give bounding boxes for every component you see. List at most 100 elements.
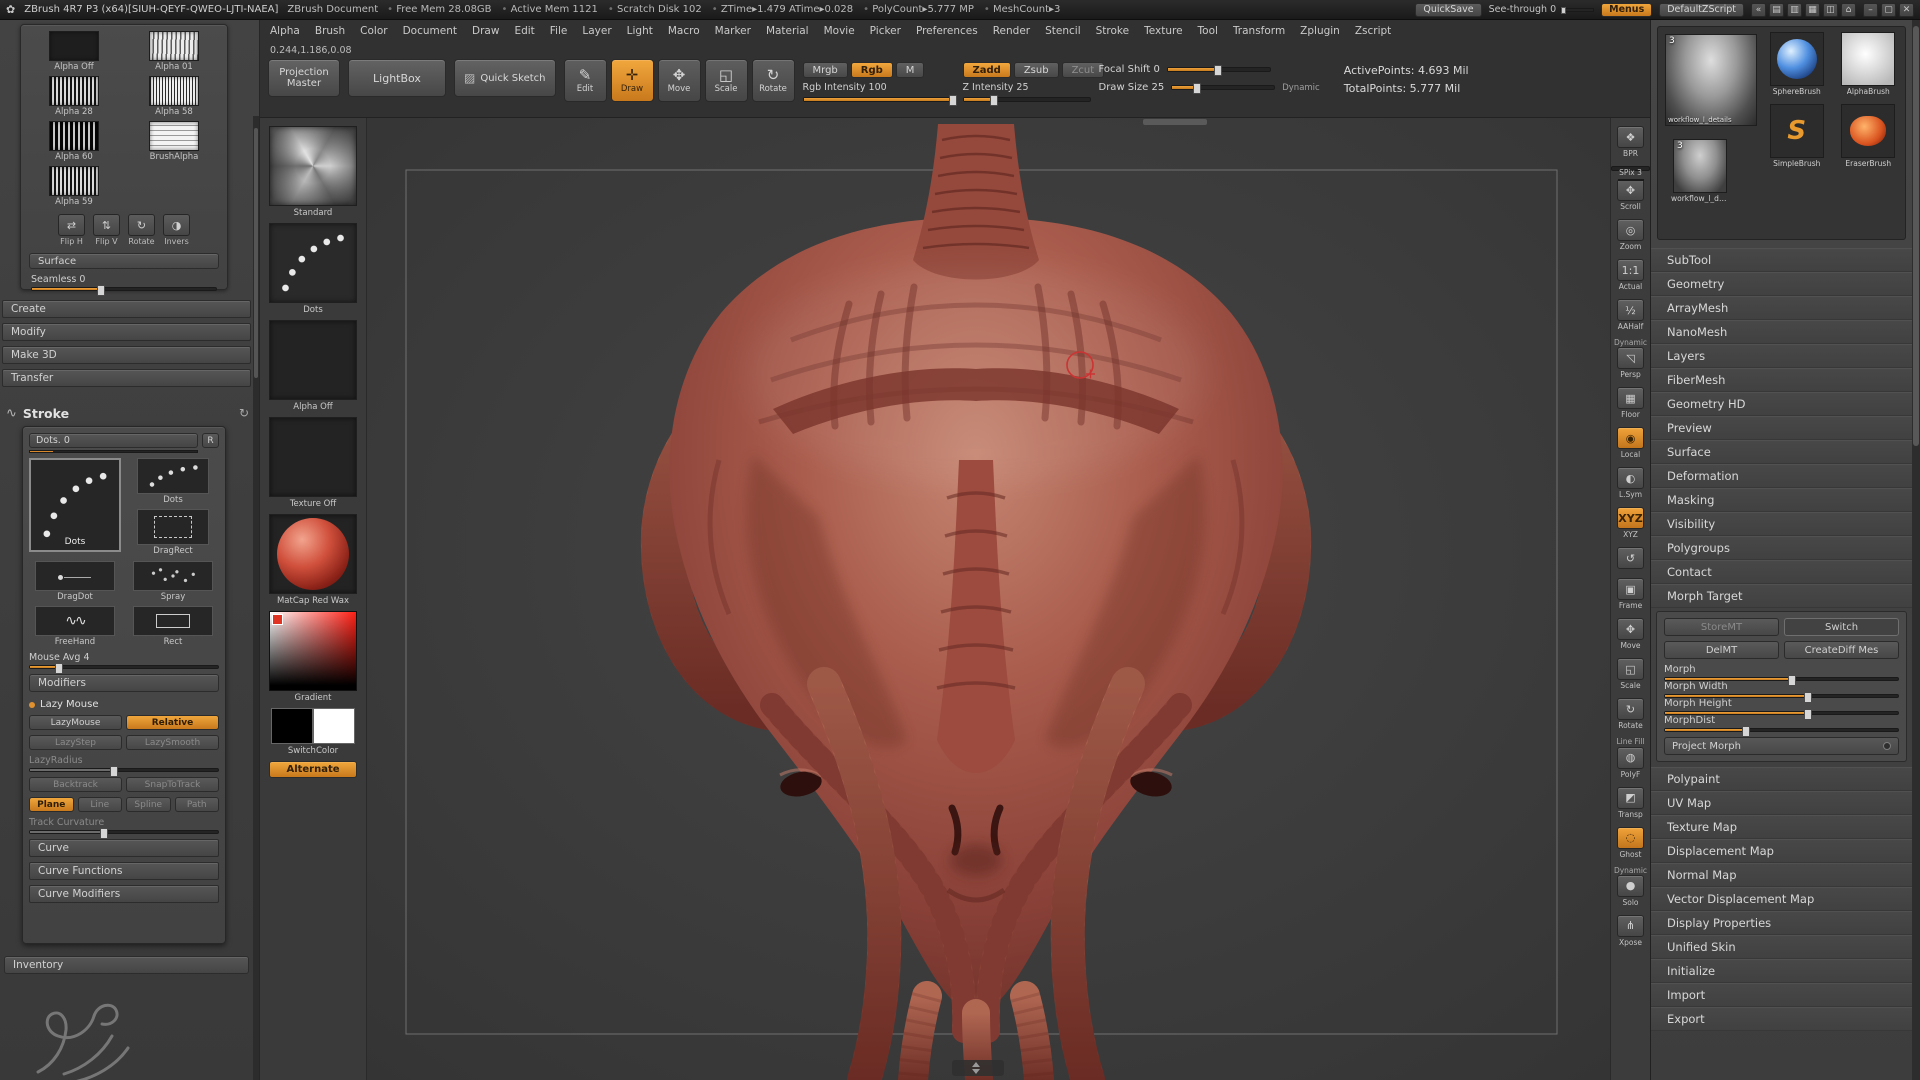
tool-section-row[interactable]: Initialize bbox=[1651, 959, 1912, 983]
morph-slider[interactable]: Morph Width bbox=[1664, 681, 1899, 703]
canvas-scrollbar-top[interactable] bbox=[1143, 119, 1207, 125]
tool-section-row[interactable]: Contact bbox=[1651, 560, 1912, 584]
path-mode-button[interactable]: Path bbox=[174, 797, 219, 812]
tool-thumbnail[interactable]: EraserBrush bbox=[1836, 104, 1902, 168]
menu-item[interactable]: Zscript bbox=[1355, 25, 1391, 37]
alpha-preview[interactable] bbox=[149, 121, 199, 151]
alternate-button[interactable]: Alternate bbox=[269, 761, 357, 778]
alpha-preview[interactable] bbox=[149, 31, 199, 61]
alpha-preview[interactable] bbox=[149, 76, 199, 106]
z-intensity-slider[interactable] bbox=[962, 95, 1091, 106]
focal-shift-slider[interactable] bbox=[1166, 65, 1271, 76]
dynamic-tag[interactable]: Dynamic bbox=[1282, 83, 1320, 93]
stroke-thumb[interactable]: FreeHand bbox=[29, 606, 121, 647]
alpha-thumbnail[interactable]: Alpha 59 bbox=[29, 166, 119, 207]
menu-item[interactable]: Alpha bbox=[270, 25, 300, 37]
shelf-button[interactable]: ◱ Scale bbox=[1611, 658, 1650, 690]
mode-button[interactable]: ✛ Draw bbox=[610, 59, 654, 102]
rgb-intensity-slider[interactable] bbox=[802, 95, 957, 106]
palette-section-bar[interactable]: Modify bbox=[2, 323, 251, 341]
menu-item[interactable]: Stroke bbox=[1096, 25, 1129, 37]
tool-section-row[interactable]: NanoMesh bbox=[1651, 320, 1912, 344]
shelf-icon[interactable]: ◉ bbox=[1617, 427, 1644, 450]
mode-button[interactable]: ✥ Move bbox=[657, 59, 701, 102]
shelf-icon[interactable]: ◱ bbox=[1617, 658, 1644, 681]
alpha-thumbnail[interactable]: Alpha 60 bbox=[29, 121, 119, 162]
shelf-button[interactable]: 1:1 Actual bbox=[1611, 259, 1650, 291]
quicksave-button[interactable]: QuickSave bbox=[1415, 2, 1482, 17]
shelf-mini-slider[interactable] bbox=[1617, 179, 1644, 181]
shelf-icon[interactable]: ⋔ bbox=[1617, 914, 1644, 937]
alpha-preview[interactable] bbox=[49, 121, 99, 151]
shelf-icon[interactable]: ½ bbox=[1617, 299, 1644, 321]
menu-item[interactable]: Material bbox=[766, 25, 809, 37]
palette-section-bar[interactable]: Create bbox=[2, 300, 251, 318]
shelf-icon[interactable]: ↺ bbox=[1617, 547, 1644, 570]
shelf-icon[interactable]: ● bbox=[1617, 874, 1644, 897]
alpha-tool-icon[interactable]: ⇄ bbox=[58, 214, 85, 236]
secondary-color-swatch[interactable] bbox=[313, 708, 355, 744]
track-curvature-slider[interactable]: Track Curvature bbox=[29, 817, 219, 839]
shelf-icon[interactable]: ✥ bbox=[1617, 618, 1644, 641]
tool-section-row[interactable]: Visibility bbox=[1651, 512, 1912, 536]
alpha-tool-icon[interactable]: ◑ bbox=[163, 214, 190, 236]
shelf-icon[interactable]: ◍ bbox=[1617, 746, 1644, 769]
shelf-button[interactable]: Dynamic ◹ Persp bbox=[1611, 338, 1650, 379]
tool-section-row[interactable]: Masking bbox=[1651, 488, 1912, 512]
color-mode-button[interactable]: Mrgb bbox=[802, 62, 848, 78]
color-mode-button[interactable]: Rgb bbox=[850, 62, 893, 78]
mode-button[interactable]: ↻ Rotate bbox=[751, 59, 795, 102]
dock-icon[interactable]: ⌂ bbox=[1841, 2, 1856, 17]
surface-bar[interactable]: Surface bbox=[29, 253, 219, 269]
alpha-tool-icon[interactable]: ⇅ bbox=[93, 214, 120, 236]
menu-item[interactable]: Edit bbox=[514, 25, 534, 37]
menu-item[interactable]: Preferences bbox=[916, 25, 978, 37]
stroke-palette-header[interactable]: ∿ Stroke ↻ bbox=[6, 404, 249, 422]
alpha-tool-button[interactable]: ◑ Invers bbox=[163, 214, 190, 246]
mode-button[interactable]: ◱ Scale bbox=[704, 59, 748, 102]
shelf-icon[interactable]: ◐ bbox=[1617, 467, 1644, 490]
draw-size-slider[interactable] bbox=[1171, 83, 1276, 94]
palette-section-bar[interactable]: Make 3D bbox=[2, 346, 251, 364]
inventory-bar[interactable]: Inventory bbox=[4, 956, 249, 974]
tool-section-row[interactable]: SubTool bbox=[1651, 248, 1912, 272]
alpha-tool-icon[interactable]: ↻ bbox=[128, 214, 155, 236]
primary-color-swatch[interactable] bbox=[271, 708, 313, 744]
menu-item[interactable]: Movie bbox=[824, 25, 855, 37]
shelf-icon[interactable]: ◹ bbox=[1617, 347, 1644, 370]
delmt-button[interactable]: DelMT bbox=[1664, 641, 1779, 659]
current-texture[interactable]: Texture Off bbox=[269, 417, 357, 509]
window-button[interactable]: – bbox=[1863, 2, 1878, 17]
color-gradient-picker[interactable] bbox=[269, 611, 357, 691]
shelf-button[interactable]: ⋔ Xpose bbox=[1611, 914, 1650, 947]
tool-section-row[interactable]: FiberMesh bbox=[1651, 368, 1912, 392]
3d-canvas[interactable] bbox=[367, 118, 1610, 1080]
quick-sketch-button[interactable]: ▨ Quick Sketch bbox=[454, 59, 556, 97]
material-thumbnail[interactable] bbox=[269, 514, 357, 594]
active-tool-thumbnail[interactable]: 3 workflow_l_details bbox=[1665, 34, 1757, 126]
tool-section-row[interactable]: Import bbox=[1651, 983, 1912, 1007]
alpha-thumbnail[interactable]: Alpha 28 bbox=[29, 76, 119, 117]
sculpt-mode-button[interactable]: Zadd bbox=[962, 62, 1011, 78]
lazyradius-slider[interactable]: LazyRadius bbox=[29, 755, 219, 777]
shelf-icon[interactable]: ◌ bbox=[1617, 826, 1644, 849]
alpha-thumbnail[interactable]: Alpha 58 bbox=[129, 76, 219, 117]
brush-thumbnail[interactable] bbox=[269, 126, 357, 206]
tool-thumbnail[interactable]: 3 workflow_l_details bbox=[1665, 139, 1735, 203]
radio-dot-icon[interactable] bbox=[1883, 742, 1891, 750]
tool-section-row[interactable]: Displacement Map bbox=[1651, 839, 1912, 863]
shelf-button[interactable]: ◉ Local bbox=[1611, 427, 1650, 459]
shelf-button[interactable]: ↻ Rotate bbox=[1611, 698, 1650, 730]
stroke-selected-thumb[interactable]: Dots bbox=[29, 458, 121, 552]
see-through-track[interactable] bbox=[1560, 6, 1595, 14]
shelf-button[interactable]: ▣ Frame bbox=[1611, 578, 1650, 610]
stroke-thumb[interactable]: DragDot bbox=[29, 561, 121, 602]
lazy-button[interactable]: LazySmooth bbox=[126, 735, 219, 750]
menu-item[interactable]: Document bbox=[403, 25, 457, 37]
alpha-thumbnail[interactable] bbox=[269, 320, 357, 400]
current-alpha[interactable]: Alpha Off bbox=[269, 320, 357, 412]
shelf-icon[interactable]: ◎ bbox=[1617, 219, 1644, 241]
shelf-button[interactable]: ◎ Zoom bbox=[1611, 219, 1650, 251]
creatediff-button[interactable]: CreateDiff Mes bbox=[1784, 641, 1899, 659]
storemt-button[interactable]: StoreMT bbox=[1664, 618, 1779, 636]
